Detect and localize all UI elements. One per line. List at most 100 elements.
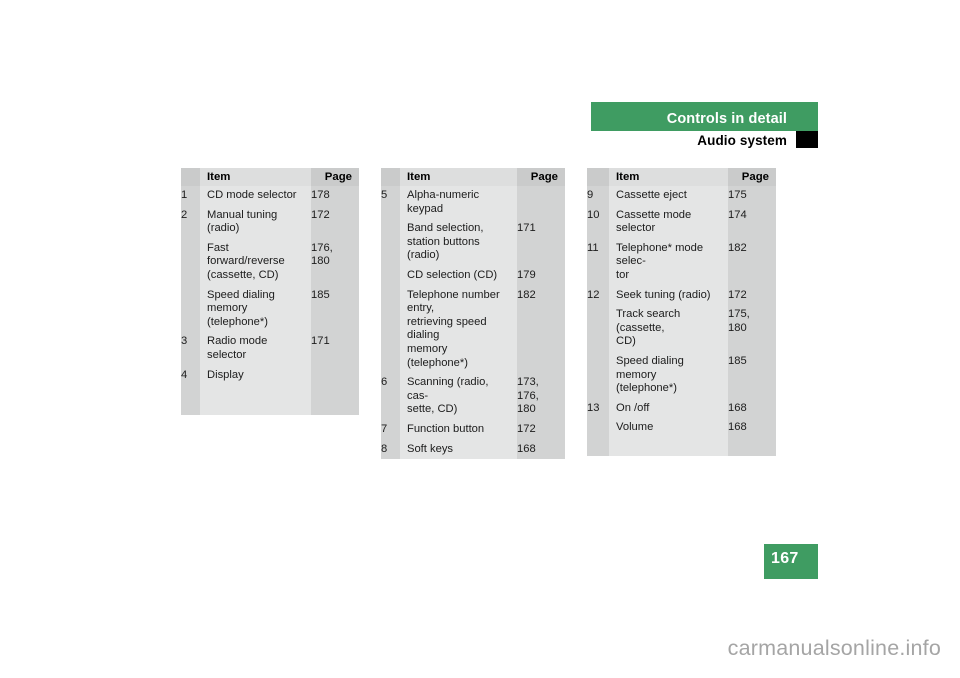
audio-controls-table-2: Item Page 5 Alpha-numeric keypad Band select…: [381, 168, 565, 460]
row-index: 7: [381, 419, 400, 440]
header-cell-item: Item: [400, 168, 517, 186]
row-page-ref: 171: [517, 219, 565, 266]
table-header-row: Item Page: [181, 168, 359, 186]
row-item-label: Seek tuning (radio): [609, 285, 728, 306]
table-row: Speed dialing memory (telephone*) 185: [587, 351, 776, 399]
row-item-label: Speed dialing memory (telephone*): [200, 285, 311, 333]
header-cell-item: Item: [200, 168, 311, 186]
table-row: Fast forward/reverse (cassette, CD) 176, …: [181, 238, 359, 286]
row-page-ref: 179: [517, 265, 565, 286]
row-page-ref: 172: [728, 285, 776, 306]
row-index: [381, 285, 400, 374]
row-item-label: Telephone number entry, retrieving speed…: [400, 285, 517, 374]
table-header-row: Item Page: [587, 168, 776, 186]
watermark: carmanualsonline.info: [727, 636, 941, 660]
row-index: [181, 238, 200, 286]
row-item-label: Scanning (radio, cas- sette, CD): [400, 373, 517, 420]
table-row: 4 Display: [181, 365, 359, 386]
table-row: Band selection, station buttons (radio) 1…: [381, 219, 565, 266]
row-index: 4: [181, 365, 200, 386]
row-page-ref: 182: [517, 285, 565, 374]
table-row: 6 Scanning (radio, cas- sette, CD) 173, 17…: [381, 373, 565, 420]
row-page-ref: 185: [311, 285, 359, 333]
table-row: 7 Function button 172: [381, 419, 565, 440]
table-row: 12 Seek tuning (radio) 172: [587, 285, 776, 306]
row-item-label: Cassette eject: [609, 186, 728, 206]
section-header: Audio system: [591, 131, 818, 151]
table-row: 9 Cassette eject 175: [587, 186, 776, 206]
row-page-ref: 168: [517, 439, 565, 460]
row-item-label: Telephone* mode selec- tor: [609, 238, 728, 286]
table-row: Speed dialing memory (telephone*) 185: [181, 285, 359, 333]
header-cell-index: [181, 168, 200, 186]
table-row: 5 Alpha-numeric keypad: [381, 186, 565, 220]
row-item-label: CD mode selector: [200, 186, 311, 206]
row-item-label: Fast forward/reverse (cassette, CD): [200, 238, 311, 286]
row-page-ref: 168: [728, 418, 776, 438]
row-index: 2: [181, 205, 200, 239]
row-item-label: Alpha-numeric keypad: [400, 186, 517, 220]
filler-cell: [609, 437, 728, 456]
audio-controls-legend-tables: Item Page 1 CD mode selector 178 2 Manual tuni…: [181, 168, 801, 460]
audio-controls-table-1: Item Page 1 CD mode selector 178 2 Manual tuni…: [181, 168, 359, 459]
legend-table: Item Page 5 Alpha-numeric keypad Band select…: [381, 168, 565, 460]
section-title: Audio system: [697, 133, 787, 148]
row-page-ref: 175, 180: [728, 305, 776, 352]
table-row: Track search (cassette, CD) 175, 180: [587, 305, 776, 352]
legend-table: Item Page 1 CD mode selector 178 2 Manual tuni…: [181, 168, 359, 416]
filler-cell: [200, 385, 311, 416]
row-page-ref: 168: [728, 398, 776, 419]
filler-cell: [728, 437, 776, 456]
row-item-label: On /off: [609, 398, 728, 419]
row-page-ref: [311, 365, 359, 386]
filler-cell: [311, 385, 359, 416]
table-row: 3 Radio mode selector 171: [181, 332, 359, 366]
header-cell-item: Item: [609, 168, 728, 186]
header-cell-page: Page: [728, 168, 776, 186]
row-index: [587, 351, 609, 399]
page-number-block: 167: [764, 544, 818, 579]
row-item-label: Track search (cassette, CD): [609, 305, 728, 352]
header-cell-page: Page: [517, 168, 565, 186]
filler-cell: [181, 385, 200, 416]
table-filler-row: [587, 437, 776, 456]
row-index: [181, 285, 200, 333]
row-item-label: CD selection (CD): [400, 265, 517, 286]
row-index: 13: [587, 398, 609, 419]
row-page-ref: 174: [728, 205, 776, 239]
table-row: 2 Manual tuning (radio) 172: [181, 205, 359, 239]
legend-table: Item Page 9 Cassette eject 175 10 Cassette mod…: [587, 168, 776, 456]
row-index: 11: [587, 238, 609, 286]
filler-cell: [587, 437, 609, 456]
table-header-row: Item Page: [381, 168, 565, 186]
row-page-ref: 175: [728, 186, 776, 206]
header-cell-index: [381, 168, 400, 186]
table-row: 13 On /off 168: [587, 398, 776, 419]
row-item-label: Cassette mode selector: [609, 205, 728, 239]
row-index: 3: [181, 332, 200, 366]
table-row: 11 Telephone* mode selec- tor 182: [587, 238, 776, 286]
row-index: 9: [587, 186, 609, 206]
table-row: CD selection (CD) 179: [381, 265, 565, 286]
row-page-ref: 176, 180: [311, 238, 359, 286]
row-index: 10: [587, 205, 609, 239]
table-row: 8 Soft keys 168: [381, 439, 565, 460]
row-index: [381, 219, 400, 266]
row-item-label: Display: [200, 365, 311, 386]
header-cell-index: [587, 168, 609, 186]
row-page-ref: 173, 176, 180: [517, 373, 565, 420]
row-item-label: Band selection, station buttons (radio): [400, 219, 517, 266]
row-page-ref: 185: [728, 351, 776, 399]
row-page-ref: [517, 186, 565, 220]
table-row: Volume 168: [587, 418, 776, 438]
audio-controls-table-3: Item Page 9 Cassette eject 175 10 Cassette mod…: [587, 168, 776, 459]
row-page-ref: 172: [311, 205, 359, 239]
row-item-label: Radio mode selector: [200, 332, 311, 366]
row-item-label: Function button: [400, 419, 517, 440]
row-index: [587, 305, 609, 352]
section-tab-marker-icon: [796, 131, 818, 148]
chapter-bar: Controls in detail: [591, 102, 818, 131]
row-item-label: Volume: [609, 418, 728, 438]
row-item-label: Speed dialing memory (telephone*): [609, 351, 728, 399]
row-index: 8: [381, 439, 400, 460]
